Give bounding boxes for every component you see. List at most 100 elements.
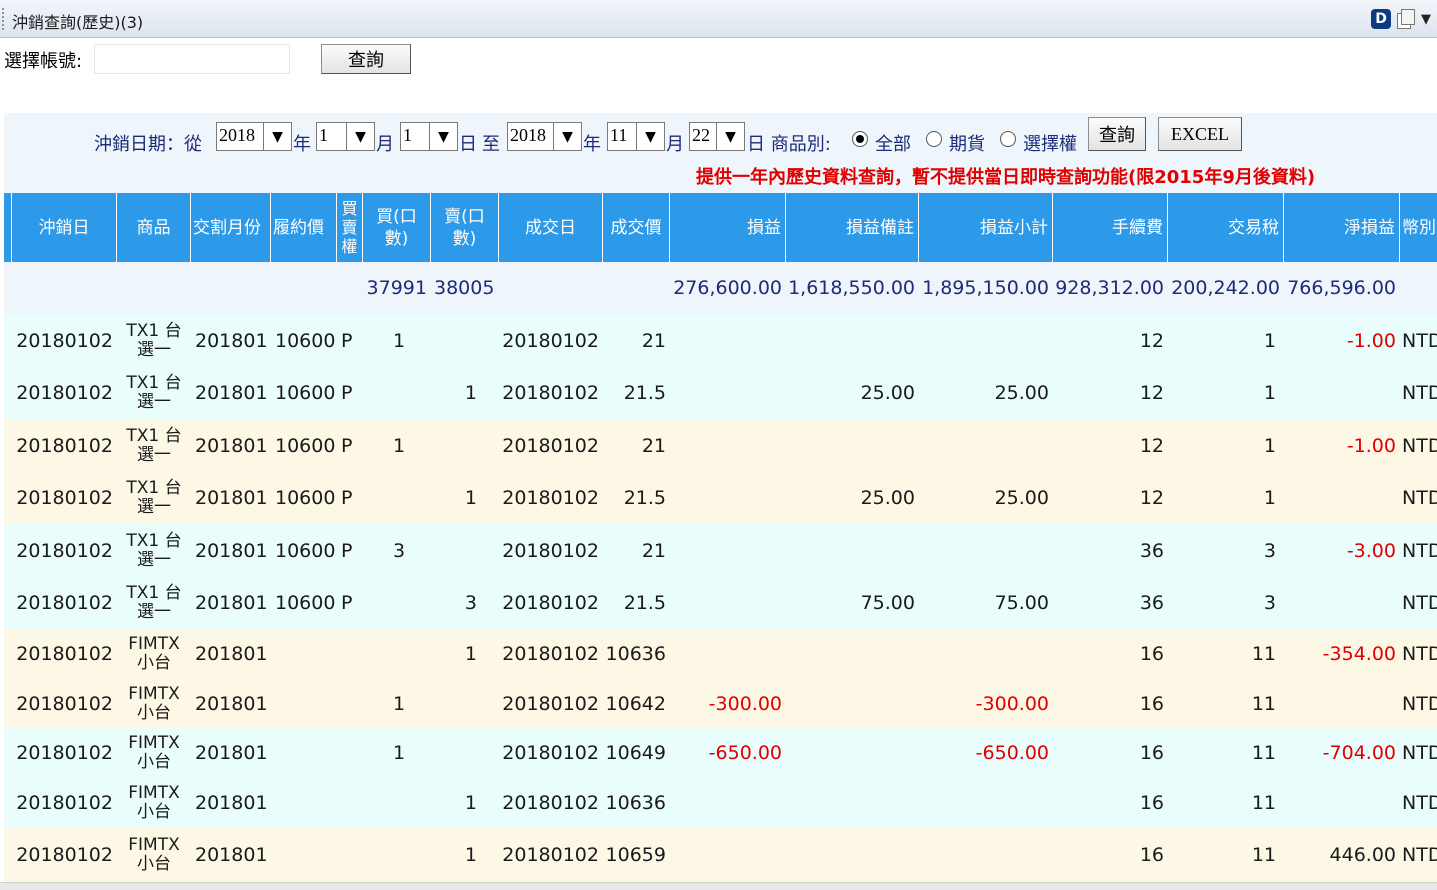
cell-buy-qty: 1	[393, 692, 406, 715]
cell-sell-qty: 1	[464, 643, 477, 665]
cell-pl-subtotal	[919, 778, 1053, 827]
table-row[interactable]: 20180102 FIMTX 小台 201801 1 20180102 10636 16 11-…	[4, 629, 1437, 679]
col-close-date[interactable]: 沖銷日	[12, 193, 117, 262]
cell-close-date: 20180102	[16, 329, 113, 352]
table-row[interactable]: 20180102 TX1 台選一 201801 10600 P 1 20180102 21.5…	[4, 367, 1437, 419]
drag-grip[interactable]	[2, 8, 7, 30]
cell-tax: 11	[1251, 791, 1276, 814]
cell-buy-qty	[363, 367, 431, 419]
cell-sell-qty	[431, 679, 499, 728]
chevron-down-icon: ▼	[429, 123, 457, 150]
col-fee[interactable]: 手續費	[1053, 193, 1168, 262]
from-month-select[interactable]: 1 ▼	[316, 122, 375, 151]
sum-pl: 276,600.00	[673, 277, 782, 299]
radio-all[interactable]	[852, 131, 868, 147]
product-code: FIMTX	[128, 834, 180, 855]
radio-futures[interactable]	[926, 131, 942, 147]
cell-pl	[670, 419, 786, 472]
cell-close-date: 20180102	[16, 742, 113, 764]
from-day-select[interactable]: 1 ▼	[400, 122, 458, 151]
to-day-value: 22	[692, 125, 710, 145]
cell-pl	[670, 524, 786, 577]
header-spacer	[4, 193, 12, 262]
product-name: 小台	[137, 752, 171, 772]
from-year-select[interactable]: 2018 ▼	[216, 122, 292, 151]
col-call-put[interactable]: 買 賣 權	[337, 193, 363, 262]
cell-strike: 10600	[275, 487, 336, 509]
table-row[interactable]: 20180102 TX1 台選一 201801 10600 P 1 20180102 21 12…	[4, 419, 1437, 472]
col-settle-month[interactable]: 交割月份	[191, 193, 271, 262]
cell-pl-subtotal	[919, 827, 1053, 882]
product-name: 小台	[137, 853, 171, 874]
filter-query-button[interactable]: 查詢	[1088, 117, 1146, 151]
cell-pl	[670, 778, 786, 827]
excel-export-button[interactable]: EXCEL	[1158, 117, 1242, 151]
cell-trade-date: 20180102	[502, 742, 599, 764]
cell-strike: 10600	[275, 329, 336, 352]
cell-pl-subtotal	[919, 314, 1053, 367]
cell-sell-qty: 1	[464, 843, 477, 866]
detach-window-icon[interactable]	[1395, 9, 1415, 29]
sum-net: 766,596.00	[1287, 277, 1396, 299]
table-row[interactable]: 20180102 FIMTX 小台 201801 1 20180102 10659 16 11 4…	[4, 827, 1437, 882]
window-title: 沖銷查詢(歷史)(3)	[12, 13, 144, 32]
cell-pl-subtotal: 25.00	[994, 487, 1049, 509]
col-pl-subtotal[interactable]: 損益小計	[919, 193, 1053, 262]
cell-trade-date: 20180102	[502, 539, 599, 562]
chevron-down-icon[interactable]: ▼	[1419, 12, 1433, 27]
col-pl[interactable]: 損益	[670, 193, 786, 262]
cell-price: 21.5	[623, 487, 666, 509]
product-name: 選一	[137, 339, 171, 360]
radio-options[interactable]	[1000, 131, 1016, 147]
cell-price: 21	[641, 539, 666, 562]
to-day-select[interactable]: 22 ▼	[689, 122, 745, 151]
table-row[interactable]: 20180102 TX1 台選一 201801 10600 P 3 20180102 21.5…	[4, 577, 1437, 629]
product-name: 小台	[137, 702, 171, 723]
cell-pl-subtotal: 25.00	[994, 382, 1049, 404]
account-label: 選擇帳號:	[4, 51, 83, 72]
cell-trade-date: 20180102	[502, 382, 599, 404]
summary-row: 37991 38005 276,600.00 1,618,550.00 1,89…	[4, 262, 1437, 314]
col-strike[interactable]: 履約價	[271, 193, 337, 262]
account-select[interactable]	[94, 44, 290, 74]
account-query-button[interactable]: 查詢	[321, 44, 411, 74]
col-sell-qty[interactable]: 賣(口 數)	[431, 193, 499, 262]
cell-close-date: 20180102	[16, 487, 113, 509]
cell-price: 21	[641, 434, 666, 457]
radio-futures-label[interactable]: 期貨	[949, 130, 985, 156]
cell-currency: NTD	[1402, 592, 1437, 614]
col-currency[interactable]: 幣別	[1400, 193, 1437, 262]
table-row[interactable]: 20180102 FIMTX 小台 201801 1 20180102 10636 16 11 N…	[4, 778, 1437, 827]
cell-close-date: 20180102	[16, 843, 113, 866]
table-row[interactable]: 20180102 TX1 台選一 201801 10600 P 1 20180102 21.5…	[4, 472, 1437, 524]
cell-price: 21	[641, 329, 666, 352]
year-label: 年	[293, 134, 311, 155]
col-price[interactable]: 成交價	[603, 193, 670, 262]
to-year-select[interactable]: 2018 ▼	[507, 122, 582, 151]
table-row[interactable]: 20180102 TX1 台選一 201801 10600 P 3 20180102 21 36…	[4, 524, 1437, 577]
col-trade-date[interactable]: 成交日	[499, 193, 603, 262]
col-tax[interactable]: 交易稅	[1168, 193, 1284, 262]
product-code: TX1 台	[126, 320, 182, 341]
col-net[interactable]: 淨損益	[1284, 193, 1400, 262]
table-row[interactable]: 20180102 FIMTX 小台 201801 1 20180102 10642 -300.…	[4, 679, 1437, 728]
product-name: 選一	[137, 497, 171, 517]
col-product[interactable]: 商品	[117, 193, 191, 262]
to-month-select[interactable]: 11 ▼	[607, 122, 665, 151]
cell-buy-qty	[363, 577, 431, 629]
table-row[interactable]: 20180102 FIMTX 小台 201801 1 20180102 10649 -650.…	[4, 728, 1437, 778]
radio-all-label[interactable]: 全部	[875, 130, 911, 156]
product-code: TX1 台	[126, 583, 182, 603]
table-row[interactable]: 20180102 TX1 台選一 201801 10600 P 1 20180102 21 12…	[4, 314, 1437, 367]
cell-pl-note: 25.00	[860, 382, 915, 404]
product-code: FIMTX	[128, 683, 180, 704]
col-pl-note[interactable]: 損益備註	[786, 193, 919, 262]
cell-currency: NTD	[1402, 382, 1437, 404]
cell-currency: NTD	[1402, 692, 1437, 715]
cell-call-put	[337, 728, 363, 778]
col-buy-qty[interactable]: 買(口 數)	[363, 193, 431, 262]
d-logo-icon[interactable]: D	[1371, 9, 1391, 29]
history-notice: 提供一年內歷史資料查詢，暫不提供當日即時查詢功能(限2015年9月後資料)	[696, 167, 1316, 188]
radio-options-label[interactable]: 選擇權	[1023, 130, 1077, 156]
cell-call-put: P	[341, 487, 353, 509]
